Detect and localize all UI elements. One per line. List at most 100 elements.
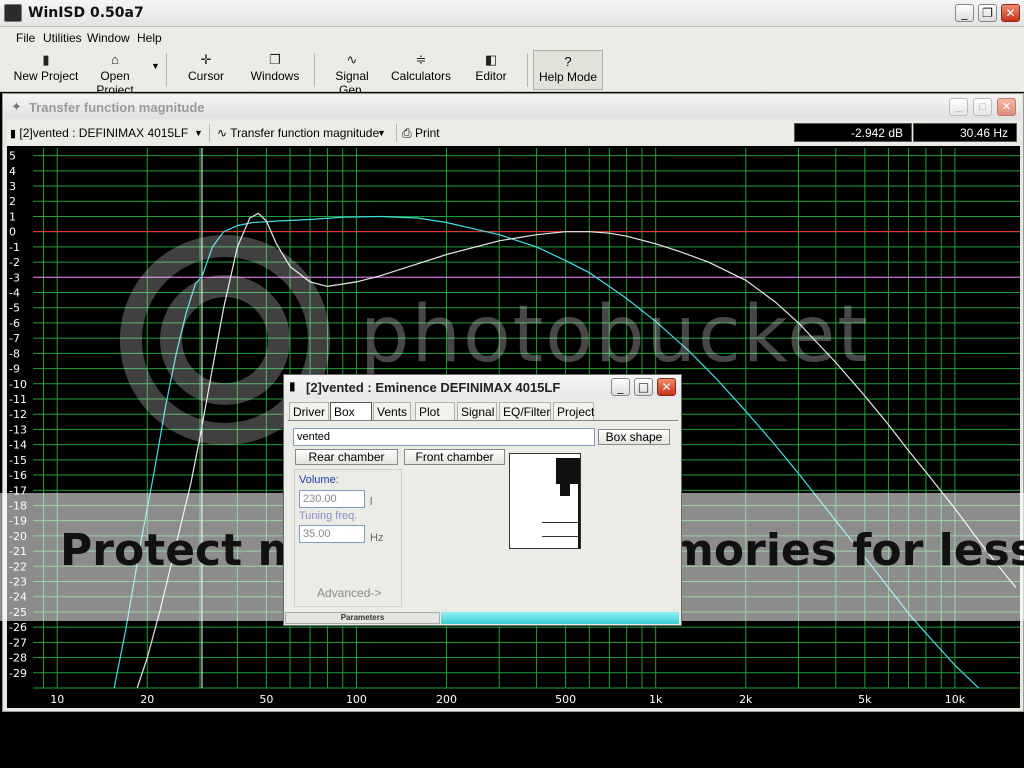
menu-utilities[interactable]: Utilities	[43, 31, 82, 45]
y-tick-label: -15	[9, 454, 27, 467]
toolbar-separator	[314, 53, 315, 87]
tuning-freq-label: Tuning freq.	[299, 510, 358, 522]
y-tick-label: -6	[9, 317, 20, 330]
help-mode-button[interactable]: ? Help Mode	[533, 50, 603, 90]
crosshair-icon: ✛	[200, 52, 212, 67]
y-tick-label: -28	[9, 652, 27, 665]
y-tick-label: -8	[9, 347, 20, 360]
y-tick-label: 5	[9, 150, 16, 163]
y-tick-label: -16	[9, 469, 27, 482]
menu-help[interactable]: Help	[137, 31, 162, 45]
baffle-line	[578, 484, 580, 548]
chevron-down-icon: ▼	[377, 128, 386, 138]
folder-open-icon: ⌂	[111, 52, 119, 67]
restore-button[interactable]: ❐	[978, 4, 997, 22]
box-dialog-title: [2]vented : Eminence DEFINIMAX 4015LF	[306, 380, 561, 395]
child-maximize-button[interactable]: □	[973, 98, 992, 116]
tab-project[interactable]: Project	[553, 402, 594, 420]
vent-line	[542, 536, 580, 537]
toolbar-separator	[166, 53, 167, 87]
volume-unit: l	[370, 496, 373, 508]
child-close-button[interactable]: ✕	[997, 98, 1016, 116]
main-toolbar: ▮ New Project ⌂ Open Project ▼ ✛ Cursor …	[0, 49, 1024, 97]
print-button[interactable]: ⎙ Print	[402, 124, 452, 142]
editor-button[interactable]: ◧ Editor	[466, 49, 516, 89]
printer-icon: ⎙	[402, 126, 412, 140]
progress-bar	[441, 612, 679, 624]
cursor-button[interactable]: ✛ Cursor	[180, 49, 232, 89]
tab-divider	[288, 420, 678, 421]
calculators-label: Calculators	[390, 69, 452, 83]
child-minimize-button[interactable]: _	[949, 98, 968, 116]
print-label: Print	[414, 126, 440, 140]
toolbar-separator	[209, 124, 210, 142]
tab-driver[interactable]: Driver	[289, 402, 329, 420]
new-project-button[interactable]: ▮ New Project	[12, 49, 80, 89]
project-select-value: [2]vented : DEFINIMAX 4015LF	[19, 126, 189, 140]
new-project-label: New Project	[13, 69, 79, 83]
x-tick-label: 200	[436, 693, 457, 706]
x-tick-label: 20	[140, 693, 154, 706]
tuning-freq-input[interactable]: 35.00	[299, 525, 365, 543]
open-project-button[interactable]: ⌂ Open Project	[80, 49, 150, 97]
tab-box[interactable]: Box	[330, 402, 372, 420]
tuning-freq-unit: Hz	[370, 532, 384, 544]
transfer-function-title: Transfer function magnitude	[29, 100, 205, 115]
volume-input[interactable]: 230.00	[299, 490, 365, 508]
dialog-maximize-button[interactable]: □	[634, 378, 653, 396]
y-tick-label: -4	[9, 287, 20, 300]
dialog-minimize-button[interactable]: _	[611, 378, 630, 396]
x-tick-label: 500	[555, 693, 576, 706]
tab-plot[interactable]: Plot	[415, 402, 455, 420]
parameters-status: Parameters	[285, 612, 440, 624]
front-chamber-button[interactable]: Front chamber	[404, 449, 505, 465]
tab-vents[interactable]: Vents	[373, 402, 411, 420]
project-icon: ▮	[10, 128, 17, 140]
app-icon[interactable]	[4, 4, 22, 22]
y-tick-label: -29	[9, 667, 27, 680]
advanced-link[interactable]: Advanced->	[317, 586, 381, 600]
app-title: WinISD 0.50a7	[28, 5, 144, 21]
y-tick-label: -12	[9, 408, 27, 421]
watermark-logo-ring	[160, 275, 290, 405]
menu-bar: File Utilities Window Help	[0, 27, 1024, 49]
calculators-button[interactable]: ≑ Calculators	[390, 49, 452, 89]
toolbar-separator	[527, 53, 528, 87]
x-tick-label: 100	[346, 693, 367, 706]
windows-button[interactable]: ❐ Windows	[247, 49, 303, 89]
y-tick-label: 1	[9, 210, 16, 223]
box-shape-button[interactable]: Box shape	[598, 429, 670, 445]
speaker-icon: ◧	[484, 52, 498, 67]
y-tick-label: -2	[9, 256, 20, 269]
pin-icon[interactable]: ✦	[11, 99, 22, 115]
help-question-icon: ?	[564, 54, 572, 69]
editor-label: Editor	[475, 69, 507, 83]
menu-file[interactable]: File	[16, 31, 35, 45]
readout-db: -2.942 dB	[794, 123, 912, 142]
y-tick-label: 4	[9, 165, 16, 178]
tab-eq-filter[interactable]: EQ/Filter	[499, 402, 551, 420]
rear-chamber-button[interactable]: Rear chamber	[295, 449, 398, 465]
sine-graph-icon: ∿	[217, 126, 228, 140]
y-tick-label: -13	[9, 423, 27, 436]
open-project-dropdown-icon[interactable]: ▼	[151, 61, 160, 71]
project-select[interactable]: ▮ [2]vented : DEFINIMAX 4015LF ▼	[10, 124, 208, 142]
y-tick-label: -1	[9, 241, 20, 254]
minimize-button[interactable]: _	[955, 4, 974, 22]
box-name-input[interactable]: vented	[293, 428, 595, 446]
signal-gen-button[interactable]: ∿ Signal Gen.	[322, 49, 382, 97]
tab-signal[interactable]: Signal	[457, 402, 497, 420]
box-dialog-titlebar: ▮ [2]vented : Eminence DEFINIMAX 4015LF …	[284, 375, 681, 399]
help-mode-label: Help Mode	[538, 70, 598, 84]
graph-type-value: Transfer function magnitude	[230, 126, 380, 140]
graph-type-select[interactable]: ∿ Transfer function magnitude ▼	[217, 124, 389, 142]
menu-window[interactable]: Window	[87, 31, 130, 45]
dialog-close-button[interactable]: ✕	[657, 378, 676, 396]
close-button[interactable]: ✕	[1001, 4, 1020, 22]
y-tick-label: 2	[9, 195, 16, 208]
x-tick-label: 10	[50, 693, 64, 706]
y-tick-label: 0	[9, 226, 16, 239]
y-tick-label: -9	[9, 363, 20, 376]
x-tick-label: 50	[259, 693, 273, 706]
vent-line	[542, 522, 580, 523]
